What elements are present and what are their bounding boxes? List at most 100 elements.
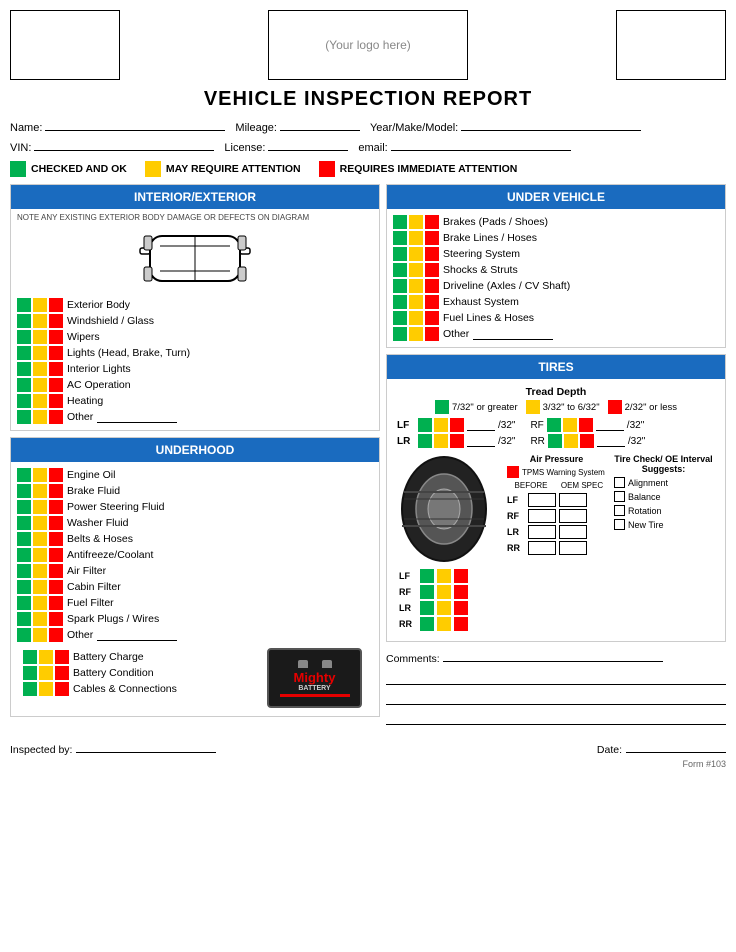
y-checkbox[interactable] [33,628,47,642]
y-checkbox[interactable] [33,378,47,392]
r-checkbox[interactable] [49,410,63,424]
comment-line3[interactable] [386,691,726,705]
y-checkbox[interactable] [409,263,423,277]
g-checkbox[interactable] [17,330,31,344]
g-checkbox[interactable] [17,564,31,578]
g-checkbox[interactable] [17,580,31,594]
air-lr-spec[interactable] [559,525,587,539]
y-checkbox[interactable] [409,231,423,245]
alignment-checkbox[interactable] [614,477,625,488]
y-checkbox[interactable] [39,666,53,680]
r-checkbox[interactable] [49,500,63,514]
r-checkbox[interactable] [49,468,63,482]
other-underline[interactable] [97,629,177,641]
g-checkbox[interactable] [23,666,37,680]
y-checkbox[interactable] [33,394,47,408]
date-input[interactable] [626,739,726,753]
g-checkbox[interactable] [23,650,37,664]
r-checkbox[interactable] [49,516,63,530]
g-checkbox[interactable] [17,532,31,546]
air-lf-before[interactable] [528,493,556,507]
g-checkbox[interactable] [393,263,407,277]
r-checkbox[interactable] [49,564,63,578]
g-checkbox[interactable] [17,362,31,376]
r-checkbox[interactable] [49,484,63,498]
r-checkbox[interactable] [425,263,439,277]
r-checkbox[interactable] [49,532,63,546]
y-checkbox[interactable] [33,314,47,328]
g-checkbox[interactable] [17,596,31,610]
rf-num[interactable] [596,419,624,431]
r-checkbox[interactable] [425,295,439,309]
r-checkbox[interactable] [55,650,69,664]
r-checkbox[interactable] [55,682,69,696]
y-checkbox[interactable] [409,311,423,325]
g-checkbox[interactable] [17,410,31,424]
g-checkbox[interactable] [17,612,31,626]
g-checkbox[interactable] [393,327,407,341]
g-checkbox[interactable] [17,378,31,392]
g-checkbox[interactable] [393,295,407,309]
r-checkbox[interactable] [49,596,63,610]
y-checkbox[interactable] [33,298,47,312]
y-checkbox[interactable] [409,327,423,341]
g-checkbox[interactable] [393,279,407,293]
mileage-input[interactable] [280,117,360,131]
air-rf-before[interactable] [528,509,556,523]
r-checkbox[interactable] [425,279,439,293]
r-checkbox[interactable] [49,330,63,344]
g-checkbox[interactable] [393,231,407,245]
r-checkbox[interactable] [49,580,63,594]
r-checkbox[interactable] [49,628,63,642]
r-checkbox[interactable] [425,215,439,229]
r-checkbox[interactable] [49,314,63,328]
license-input[interactable] [268,137,348,151]
g-checkbox[interactable] [17,548,31,562]
lf-num[interactable] [467,419,495,431]
g-checkbox[interactable] [17,298,31,312]
other-underline[interactable] [97,411,177,423]
y-checkbox[interactable] [33,346,47,360]
r-checkbox[interactable] [49,612,63,626]
r-checkbox[interactable] [49,548,63,562]
r-checkbox[interactable] [49,362,63,376]
y-checkbox[interactable] [409,215,423,229]
email-input[interactable] [391,137,571,151]
rr-num[interactable] [597,435,625,447]
inspected-by-input[interactable] [76,739,216,753]
g-checkbox[interactable] [393,215,407,229]
air-lf-spec[interactable] [559,493,587,507]
r-checkbox[interactable] [55,666,69,680]
r-checkbox[interactable] [49,298,63,312]
y-checkbox[interactable] [33,500,47,514]
air-rr-before[interactable] [528,541,556,555]
new-tire-checkbox[interactable] [614,519,625,530]
y-checkbox[interactable] [33,484,47,498]
year-make-model-input[interactable] [461,117,641,131]
y-checkbox[interactable] [33,330,47,344]
name-input[interactable] [45,117,225,131]
r-checkbox[interactable] [49,394,63,408]
y-checkbox[interactable] [33,548,47,562]
y-checkbox[interactable] [33,580,47,594]
air-rf-spec[interactable] [559,509,587,523]
y-checkbox[interactable] [33,468,47,482]
g-checkbox[interactable] [17,484,31,498]
lr-num[interactable] [467,435,495,447]
g-checkbox[interactable] [17,468,31,482]
r-checkbox[interactable] [49,346,63,360]
r-checkbox[interactable] [425,247,439,261]
air-rr-spec[interactable] [559,541,587,555]
vin-input[interactable] [34,137,214,151]
g-checkbox[interactable] [17,516,31,530]
y-checkbox[interactable] [33,564,47,578]
g-checkbox[interactable] [23,682,37,696]
air-lr-before[interactable] [528,525,556,539]
rotation-checkbox[interactable] [614,505,625,516]
y-checkbox[interactable] [33,410,47,424]
r-checkbox[interactable] [425,231,439,245]
y-checkbox[interactable] [39,682,53,696]
r-checkbox[interactable] [425,311,439,325]
y-checkbox[interactable] [409,295,423,309]
other-underline[interactable] [473,328,553,340]
